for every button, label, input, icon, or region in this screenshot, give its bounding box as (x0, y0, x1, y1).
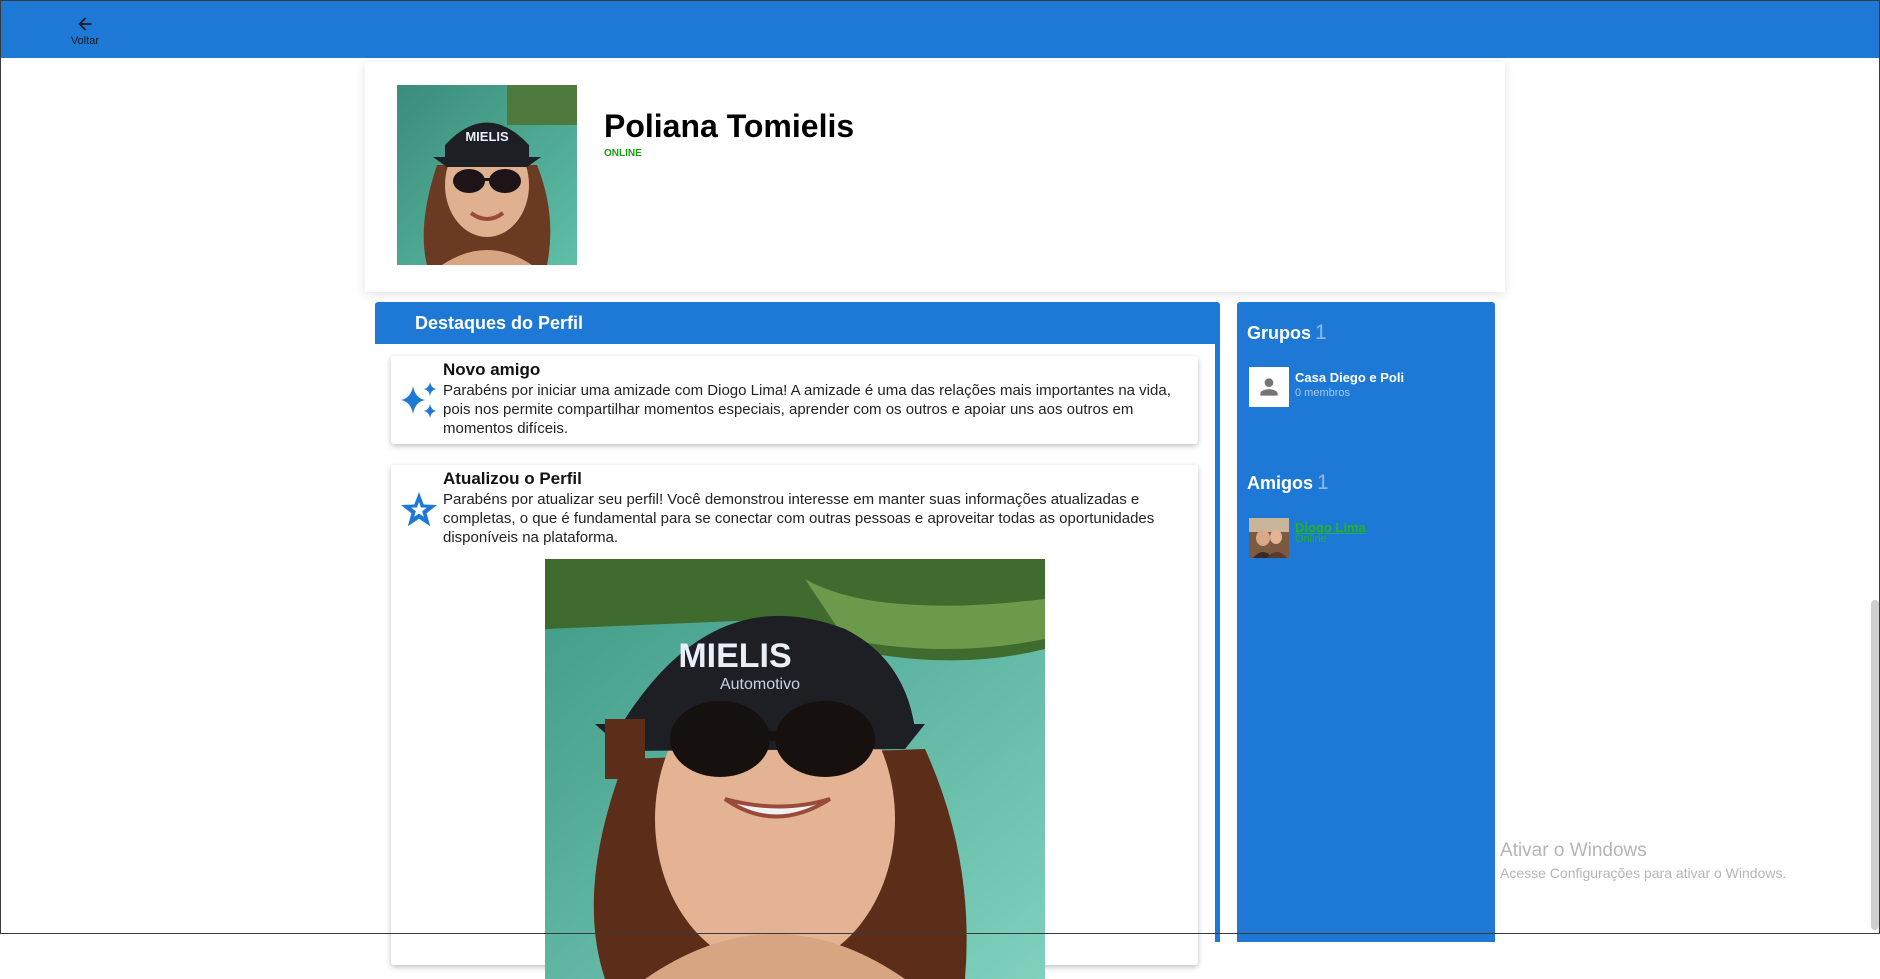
highlights-list[interactable]: Novo amigo Parabéns por iniciar uma amiz… (375, 344, 1215, 979)
windows-watermark-text: Acesse Configurações para ativar o Windo… (1500, 865, 1787, 881)
page-scrollbar-thumb[interactable] (1871, 600, 1879, 930)
group-item[interactable]: Casa Diego e Poli 0 membros (1249, 367, 1479, 409)
friends-count: 1 (1317, 471, 1329, 494)
highlight-title: Atualizou o Perfil (443, 469, 582, 488)
highlights-panel: Destaques do Perfil Novo amigo Parabéns … (375, 302, 1220, 979)
group-name: Casa Diego e Poli (1295, 370, 1405, 385)
top-app-bar: Voltar (0, 0, 1880, 58)
groups-title-label: Grupos (1247, 323, 1312, 343)
friend-avatar (1249, 518, 1289, 558)
back-button[interactable]: Voltar (62, 14, 108, 54)
friend-item[interactable]: Diogo Lima Online (1249, 518, 1479, 560)
friends-title-label: Amigos (1247, 473, 1314, 493)
highlight-card-new-friend: Novo amigo Parabéns por iniciar uma amiz… (391, 356, 1198, 444)
profile-avatar[interactable]: MIELIS (397, 85, 577, 265)
star-icon (401, 492, 437, 527)
highlight-title: Novo amigo (443, 360, 541, 379)
groups-title: Grupos 1 (1247, 321, 1327, 345)
profile-name: Poliana Tomielis (604, 108, 855, 144)
status-badge: ONLINE (604, 148, 642, 159)
group-members-count: 0 membros (1295, 387, 1351, 399)
highlights-title: Destaques do Perfil (415, 313, 584, 333)
back-label: Voltar (70, 35, 100, 47)
post-photo[interactable]: MIELIS Automotivo (545, 559, 1045, 979)
svg-text:MIELIS: MIELIS (678, 637, 791, 675)
highlight-text: Parabéns por atualizar seu perfil! Você … (443, 491, 1155, 546)
highlight-card-profile-update: Atualizou o Perfil Parabéns por atualiza… (391, 465, 1198, 979)
svg-text:Automotivo: Automotivo (720, 676, 800, 693)
friend-status: Online (1295, 533, 1327, 545)
highlight-text: Parabéns por iniciar uma amizade com Dio… (443, 382, 1171, 437)
person-icon (1260, 378, 1278, 396)
profile-header-card: MIELIS Poliana Tomielis ONLINE (365, 62, 1505, 292)
groups-count: 1 (1315, 321, 1327, 344)
sparkles-icon (401, 382, 436, 418)
arrow-left-icon (78, 17, 92, 31)
friends-title: Amigos 1 (1247, 471, 1329, 495)
svg-text:MIELIS: MIELIS (465, 129, 509, 144)
groups-friends-panel: Grupos 1 Casa Diego e Poli 0 membros Amig… (1237, 302, 1495, 942)
group-avatar (1249, 367, 1289, 407)
windows-watermark-title: Ativar o Windows (1500, 840, 1647, 861)
